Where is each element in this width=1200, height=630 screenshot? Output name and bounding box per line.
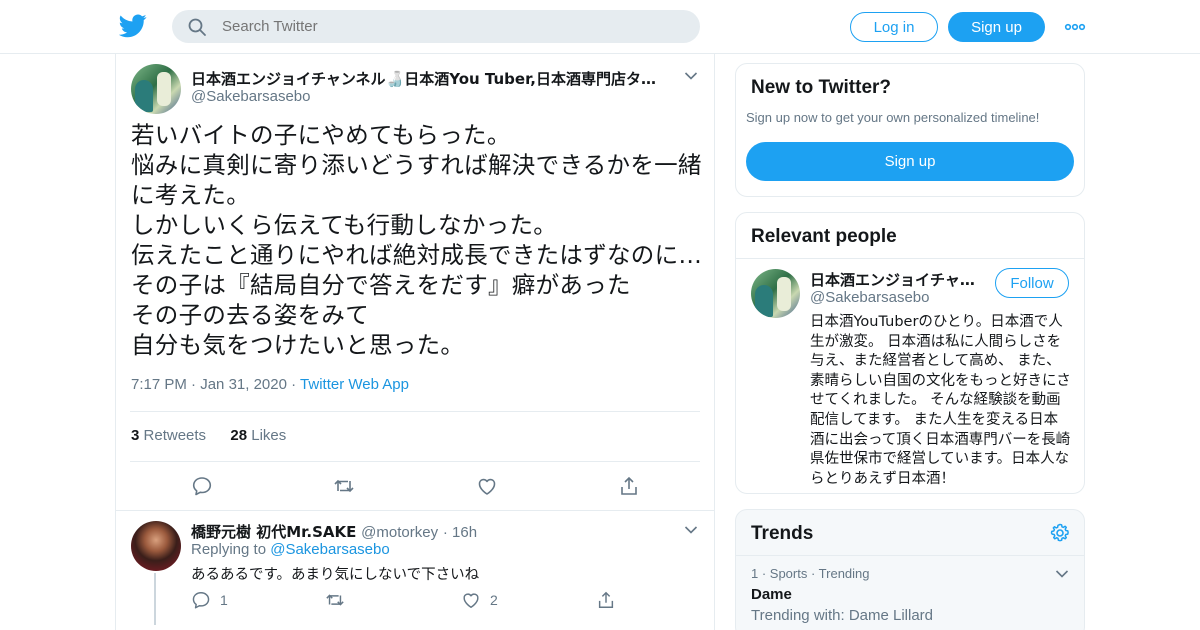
tweet-time[interactable]: 7:17 PM <box>131 376 187 393</box>
replying-to-label: Replying to <box>191 541 267 558</box>
divider <box>130 461 700 462</box>
meta-separator: · <box>442 524 453 541</box>
avatar[interactable] <box>131 64 181 114</box>
like-heart-icon[interactable] <box>461 590 481 610</box>
likes-stat[interactable]: 28 Likes <box>230 427 286 444</box>
person-name[interactable]: 日本酒エンジョイチャ… <box>810 269 978 290</box>
divider <box>116 510 714 511</box>
share-icon[interactable] <box>618 475 640 497</box>
likes-count: 28 <box>230 427 248 444</box>
reply-avatar[interactable] <box>131 521 181 571</box>
trend-with: Trending with: Dame Lillard <box>751 607 934 624</box>
new-to-twitter-subtitle: Sign up now to get your own personalized… <box>746 110 1040 125</box>
signup-button[interactable]: Sign up <box>948 12 1045 42</box>
tweet-source-link[interactable]: Twitter Web App <box>300 376 409 393</box>
chevron-down-icon[interactable] <box>1055 569 1069 579</box>
avatar-person-shape <box>135 80 153 112</box>
retweets-count: 3 <box>131 427 140 444</box>
likes-label: Likes <box>251 427 287 444</box>
reply-age[interactable]: 16h <box>452 524 477 541</box>
relevant-people-card: Relevant people 日本酒エンジョイチャ… @Sakebarsase… <box>735 212 1085 494</box>
trend-meta: 1 · Sports · Trending <box>751 566 870 581</box>
trends-card: Trends 1 · Sports · Trending Dame Trendi… <box>735 509 1085 630</box>
like-heart-icon[interactable] <box>476 475 498 497</box>
more-dots-icon[interactable] <box>1064 20 1086 34</box>
retweets-label: Retweets <box>143 427 207 444</box>
reply-icon[interactable] <box>191 475 213 497</box>
meta-separator: · <box>191 376 201 393</box>
reply-text: あるあるです。あまり気にしないで下さいね <box>191 567 480 583</box>
retweet-icon[interactable] <box>333 475 355 497</box>
tweet-meta: 7:17 PM · Jan 31, 2020 · Twitter Web App <box>131 376 409 393</box>
tweet-author-handle[interactable]: @Sakebarsasebo <box>191 88 310 105</box>
avatar-bottle-shape <box>157 72 171 106</box>
chevron-down-icon[interactable] <box>684 71 698 81</box>
tweet-stats: 3 Retweets 28 Likes <box>131 427 286 444</box>
trends-title: Trends <box>751 523 814 544</box>
relevant-people-title: Relevant people <box>751 226 897 247</box>
share-icon[interactable] <box>596 590 616 610</box>
avatar[interactable] <box>751 269 800 318</box>
reply-icon[interactable] <box>191 590 211 610</box>
replying-to-handle[interactable]: @Sakebarsasebo <box>270 541 389 558</box>
search-icon <box>188 18 206 36</box>
new-to-twitter-title: New to Twitter? <box>751 77 892 98</box>
avatar-bottle-shape <box>777 277 791 311</box>
person-bio: 日本酒YouTuberのひとり。日本酒で人生が激変。 日本酒は私に人間らしさを与… <box>810 314 1071 487</box>
login-button[interactable]: Log in <box>850 12 938 42</box>
follow-button[interactable]: Follow <box>995 268 1069 298</box>
tweet-column: 日本酒エンジョイチャンネル🍶日本酒You Tuber,日本酒専門店タイ… @Sa… <box>115 54 715 630</box>
signup-button[interactable]: Sign up <box>746 142 1074 181</box>
reply-author-handle: @motorkey <box>361 524 439 541</box>
reply-count: 1 <box>220 592 228 608</box>
reply-like-count: 2 <box>490 592 498 608</box>
tweet-author-name[interactable]: 日本酒エンジョイチャンネル🍶日本酒You Tuber,日本酒専門店タイ… <box>191 68 661 89</box>
chevron-down-icon[interactable] <box>684 525 698 535</box>
meta-separator: · <box>291 376 301 393</box>
retweet-icon[interactable] <box>325 590 345 610</box>
reply-author[interactable]: 橋野元樹 初代Mr.SAKE @motorkey · 16h <box>191 521 477 542</box>
twitter-logo-icon[interactable] <box>119 13 147 39</box>
divider <box>130 411 700 412</box>
avatar-person-shape <box>755 285 773 317</box>
reply-author-name: 橋野元樹 初代Mr.SAKE <box>191 523 357 541</box>
person-handle[interactable]: @Sakebarsasebo <box>810 289 929 306</box>
gear-icon[interactable] <box>1049 522 1071 544</box>
search-bar[interactable] <box>172 10 700 43</box>
tweet-date[interactable]: Jan 31, 2020 <box>200 376 287 393</box>
retweets-stat[interactable]: 3 Retweets <box>131 427 206 444</box>
search-input[interactable] <box>222 10 682 43</box>
replying-to: Replying to @Sakebarsasebo <box>191 541 390 558</box>
trend-name[interactable]: Dame <box>751 586 792 603</box>
tweet-text: 若いバイトの子にやめてもらった。 悩みに真剣に寄り添いどうすれば解決できるかを一… <box>131 121 703 359</box>
top-bar: Log in Sign up <box>0 0 1200 54</box>
thread-line <box>154 573 156 625</box>
divider <box>736 258 1084 259</box>
new-to-twitter-card: New to Twitter? Sign up now to get your … <box>735 63 1085 197</box>
divider <box>736 555 1084 556</box>
